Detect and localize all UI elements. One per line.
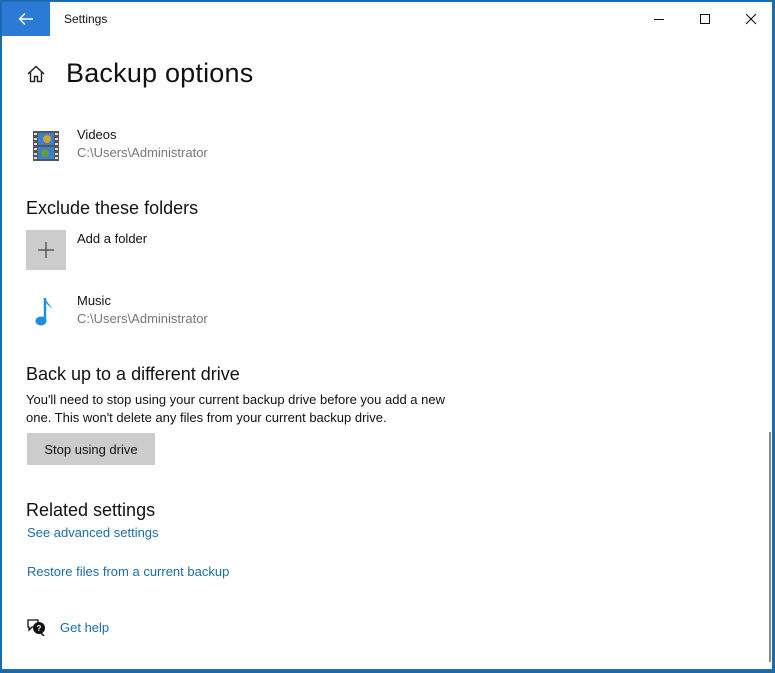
add-folder-button[interactable]: Add a folder [26, 230, 147, 270]
backup-folder-videos[interactable]: Videos C:\Users\Administrator [26, 126, 208, 166]
plus-icon [38, 242, 54, 258]
related-settings-title: Related settings [26, 500, 156, 520]
window-title: Settings [64, 12, 108, 26]
scrollbar[interactable] [769, 432, 771, 662]
get-help-row[interactable]: ? Get help [26, 618, 109, 636]
music-note-icon [26, 292, 66, 332]
exclude-section-title: Exclude these folders [26, 198, 199, 218]
get-help-link[interactable]: Get help [60, 620, 109, 635]
maximize-icon [700, 14, 710, 24]
different-drive-title: Back up to a different drive [26, 364, 240, 384]
svg-text:?: ? [37, 624, 42, 633]
add-folder-label: Add a folder [77, 231, 148, 246]
see-advanced-settings-link[interactable]: See advanced settings [27, 525, 159, 540]
videos-folder-icon [26, 126, 66, 166]
excluded-folder-music[interactable]: Music C:\Users\Administrator [26, 292, 208, 332]
add-folder-tile[interactable] [26, 230, 66, 270]
folder-path: C:\Users\Administrator [77, 145, 208, 160]
folder-name: Music [77, 293, 111, 308]
back-button[interactable] [2, 2, 50, 36]
stop-using-drive-button[interactable]: Stop using drive [27, 433, 155, 465]
title-bar: Settings [2, 2, 772, 36]
settings-window: Settings Backup options Videos C:\Users\… [1, 1, 773, 670]
folder-path: C:\Users\Administrator [77, 311, 208, 326]
minimize-button[interactable] [636, 2, 682, 36]
home-icon[interactable] [26, 64, 46, 84]
close-button[interactable] [728, 2, 772, 36]
different-drive-description: You'll need to stop using your current b… [26, 392, 445, 425]
close-icon [745, 13, 757, 25]
page-title: Backup options [66, 58, 254, 88]
restore-files-link[interactable]: Restore files from a current backup [27, 564, 229, 579]
help-chat-icon: ? [27, 619, 45, 636]
maximize-button[interactable] [682, 2, 728, 36]
minimize-icon [654, 19, 664, 20]
back-arrow-icon [18, 13, 33, 25]
folder-name: Videos [77, 127, 117, 142]
page-header: Backup options [26, 58, 253, 89]
